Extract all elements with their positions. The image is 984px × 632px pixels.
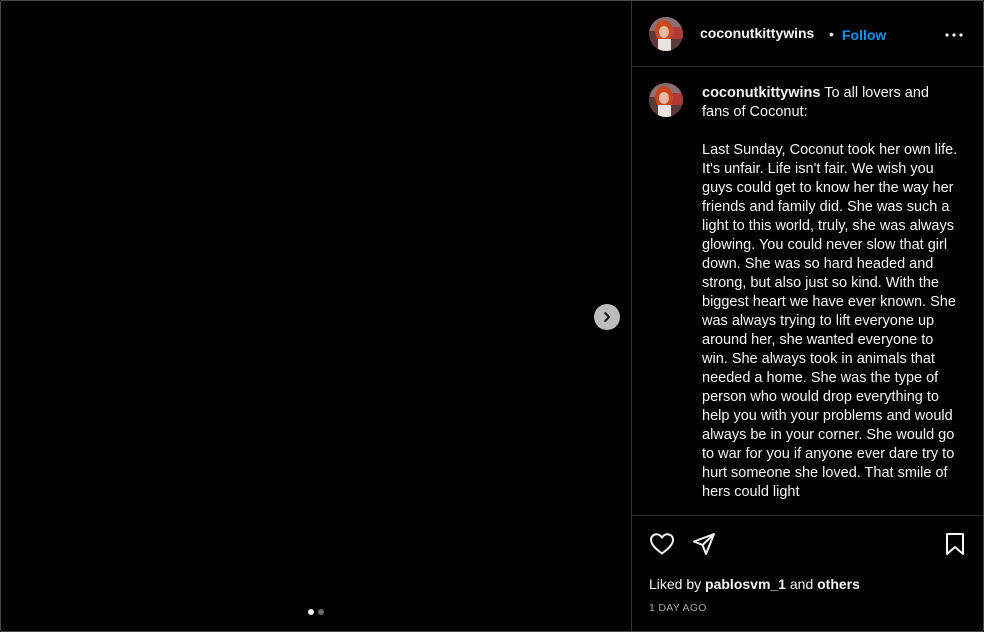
post-header: coconutkittywins • Follow <box>632 1 983 67</box>
chevron-right-icon <box>604 312 610 322</box>
carousel-indicator <box>1 609 631 615</box>
liked-by-user[interactable]: pablosvm_1 <box>705 576 786 592</box>
header-username[interactable]: coconutkittywins <box>700 25 814 41</box>
save-button[interactable] <box>944 532 966 561</box>
more-options-button[interactable] <box>944 27 964 43</box>
bookmark-icon <box>946 533 964 555</box>
follow-button[interactable]: Follow <box>842 27 886 43</box>
liked-by-others[interactable]: others <box>817 576 860 592</box>
liked-by-prefix: Liked by <box>649 576 706 592</box>
post-modal: coconutkittywins • Follow coconutkittywi… <box>0 0 984 632</box>
caption-username[interactable]: coconutkittywins <box>702 85 820 101</box>
likes-summary: Liked by pablosvm_1 and others <box>649 576 860 592</box>
caption-text: To all lovers and fans of Coconut: Last … <box>702 85 958 500</box>
heart-icon <box>650 533 674 555</box>
separator-dot: • <box>829 26 834 42</box>
caption-avatar[interactable] <box>649 83 683 117</box>
post-sidebar: coconutkittywins • Follow coconutkittywi… <box>631 1 983 631</box>
like-button[interactable] <box>649 532 675 561</box>
post-caption: coconutkittywins To all lovers and fans … <box>702 84 960 502</box>
avatar-image <box>649 17 683 51</box>
send-icon <box>693 533 715 555</box>
carousel-next-button[interactable] <box>594 304 620 330</box>
post-actions: Liked by pablosvm_1 and others 1 DAY AGO <box>632 515 983 631</box>
carousel-dot-active <box>308 609 314 615</box>
more-options-icon <box>945 33 963 37</box>
post-media[interactable] <box>1 1 631 631</box>
carousel-dot <box>318 609 324 615</box>
avatar[interactable] <box>649 17 683 51</box>
liked-by-and: and <box>785 576 818 592</box>
comments-section[interactable]: coconutkittywins To all lovers and fans … <box>632 67 983 515</box>
share-button[interactable] <box>692 532 716 561</box>
avatar-image <box>649 83 683 117</box>
post-timestamp[interactable]: 1 DAY AGO <box>649 602 707 614</box>
